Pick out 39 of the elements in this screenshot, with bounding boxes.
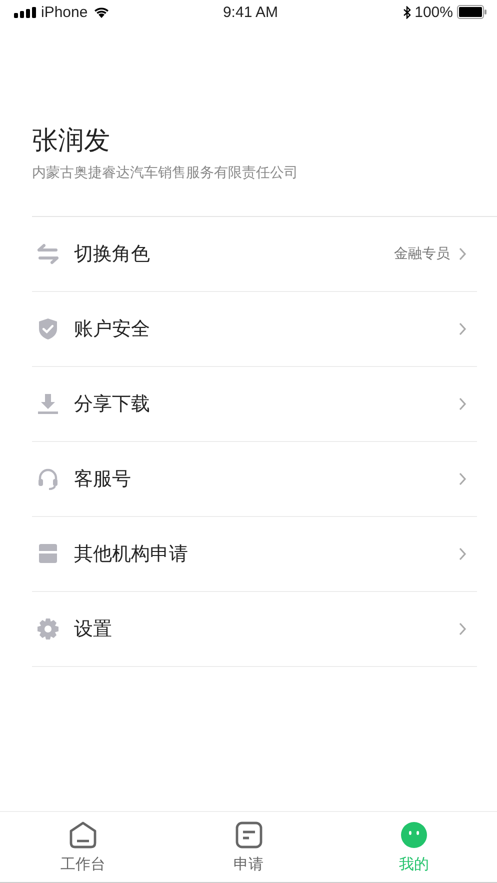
menu-item[interactable]: 设置: [32, 592, 477, 667]
bluetooth-icon: [402, 6, 411, 18]
status-time: 9:41 AM: [222, 4, 278, 20]
carrier-name: iPhone: [41, 4, 88, 20]
menu-label: 账户安全: [74, 317, 151, 342]
menu-item[interactable]: 分享下载: [32, 367, 477, 442]
chevron-right-icon: [458, 247, 467, 261]
face-icon: [400, 820, 428, 848]
chevron-right-icon: [458, 322, 467, 336]
company-name: 内蒙古奥捷睿达汽车销售服务有限责任公司: [32, 164, 299, 182]
headset-icon: [36, 467, 60, 491]
battery-icon: [456, 5, 487, 19]
battery-percent: 100%: [414, 4, 453, 20]
document-icon: [234, 820, 262, 848]
menu-item[interactable]: 切换角色 金融专员: [32, 217, 477, 292]
chevron-right-icon: [458, 622, 467, 636]
signal-icon: [14, 6, 36, 18]
menu-item[interactable]: 其他机构申请: [32, 517, 477, 592]
chevron-right-icon: [458, 472, 467, 486]
menu-label: 切换角色: [74, 242, 151, 267]
download-icon: [36, 392, 60, 416]
menu-item[interactable]: 客服号: [32, 442, 477, 517]
user-name: 张润发: [32, 125, 111, 158]
menu-value: 金融专员: [394, 245, 450, 263]
chevron-right-icon: [458, 397, 467, 411]
tab-item[interactable]: 工作台: [0, 812, 166, 882]
store-icon: [36, 542, 60, 566]
menu-label: 客服号: [74, 467, 132, 492]
tab-item[interactable]: 申请: [166, 812, 332, 882]
shield-icon: [36, 317, 60, 341]
settings-icon: [36, 617, 60, 641]
wifi-icon: [92, 6, 110, 18]
menu-label: 其他机构申请: [74, 542, 189, 567]
menu-label: 设置: [74, 617, 113, 642]
menu-item[interactable]: 账户安全: [32, 292, 477, 367]
home-icon: [68, 820, 97, 848]
menu-label: 分享下载: [74, 392, 151, 417]
swap-icon: [36, 242, 60, 266]
chevron-right-icon: [458, 547, 467, 561]
